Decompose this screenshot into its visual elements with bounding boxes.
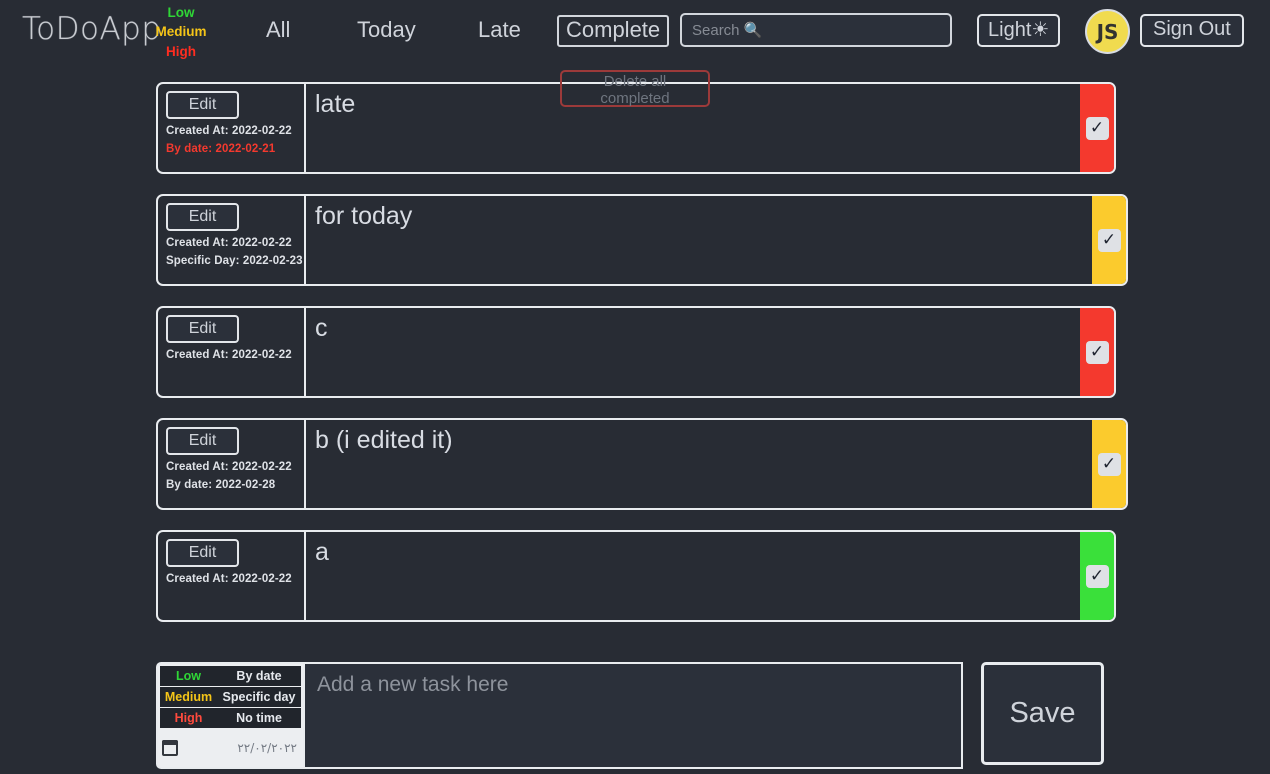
new-task-input[interactable] [305, 662, 963, 769]
todo-text: c [315, 314, 328, 342]
priority-strip: ✓ [1080, 84, 1114, 172]
complete-checkbox[interactable]: ✓ [1085, 564, 1109, 588]
todo-meta: Edit Created At: 2022-02-22 [158, 308, 306, 396]
todo-meta: Edit Created At: 2022-02-22 By date: 2022-… [158, 84, 306, 172]
edit-button[interactable]: Edit [166, 91, 239, 119]
due-date-label: By date: 2022-02-21 [166, 143, 276, 155]
due-date-label: Specific Day: 2022-02-23 [166, 255, 303, 267]
complete-checkbox[interactable]: ✓ [1097, 228, 1121, 252]
priority-strip: ✓ [1092, 196, 1126, 284]
todo-meta: Edit Created At: 2022-02-22 [158, 532, 306, 620]
legend-item-medium: Medium [155, 24, 207, 40]
time-option-specific-day[interactable]: Specific day [217, 687, 301, 707]
edit-button[interactable]: Edit [166, 539, 239, 567]
priority-strip: ✓ [1092, 420, 1126, 508]
todo-list: Edit Created At: 2022-02-22 By date: 2022-… [0, 82, 1270, 642]
todo-meta: Edit Created At: 2022-02-22 Specific Day: … [158, 196, 306, 284]
priority-option-low[interactable]: Low [160, 666, 217, 686]
todo-item: Edit Created At: 2022-02-22 c ✓ [156, 306, 1116, 398]
complete-checkbox[interactable]: ✓ [1085, 116, 1109, 140]
created-at-label: Created At: 2022-02-22 [166, 349, 292, 361]
complete-checkbox[interactable]: ✓ [1085, 340, 1109, 364]
todo-item: Edit Created At: 2022-02-22 By date: 2022-… [156, 418, 1128, 510]
search-input[interactable] [680, 13, 952, 47]
time-option-by-date[interactable]: By date [217, 666, 301, 686]
sign-out-button[interactable]: Sign Out [1140, 14, 1244, 47]
task-option-selectors: Low By date Medium Specific day High No … [156, 662, 305, 769]
todo-text: for today [315, 202, 413, 230]
edit-button[interactable]: Edit [166, 315, 239, 343]
todo-text: a [315, 538, 329, 566]
priority-option-high[interactable]: High [160, 708, 217, 728]
delete-all-completed-button[interactable]: Delete all completed [560, 70, 710, 107]
priority-strip: ✓ [1080, 308, 1114, 396]
nav-link-late[interactable]: Late [478, 17, 521, 43]
priority-option-medium[interactable]: Medium [160, 687, 217, 707]
time-option-no-time[interactable]: No time [217, 708, 301, 728]
complete-checkbox[interactable]: ✓ [1097, 452, 1121, 476]
todo-text: b (i edited it) [315, 426, 453, 454]
date-value[interactable]: ٢٢/٠٢/٢٠٢٢ [178, 741, 297, 755]
todo-meta: Edit Created At: 2022-02-22 By date: 2022-… [158, 420, 306, 508]
created-at-label: Created At: 2022-02-22 [166, 461, 292, 473]
created-at-label: Created At: 2022-02-22 [166, 573, 292, 585]
legend-item-low: Low [167, 5, 195, 20]
add-task-form: Low By date Medium Specific day High No … [156, 662, 1104, 769]
nav-link-all[interactable]: All [266, 17, 290, 43]
priority-legend: Low Medium High [150, 3, 212, 61]
option-row-3: High No time [160, 708, 301, 728]
edit-button[interactable]: Edit [166, 427, 239, 455]
nav-link-today[interactable]: Today [357, 17, 416, 43]
priority-strip: ✓ [1080, 532, 1114, 620]
due-date-label: By date: 2022-02-28 [166, 479, 276, 491]
app-header: ToDoApp Low Medium High All Today Late C… [0, 0, 1270, 62]
todo-item: Edit Created At: 2022-02-22 a ✓ [156, 530, 1116, 622]
created-at-label: Created At: 2022-02-22 [166, 125, 292, 137]
theme-toggle-button[interactable]: Light☀ [977, 14, 1061, 47]
edit-button[interactable]: Edit [166, 203, 239, 231]
app-brand: ToDoApp [22, 11, 162, 47]
option-row-1: Low By date [160, 666, 301, 686]
nav-link-complete[interactable]: Complete [557, 15, 670, 47]
legend-item-high: High [166, 43, 196, 59]
date-picker[interactable]: ٢٢/٠٢/٢٠٢٢ [160, 728, 301, 768]
user-avatar[interactable]: JS [1085, 9, 1130, 54]
todo-item: Edit Created At: 2022-02-22 Specific Day: … [156, 194, 1128, 286]
save-button[interactable]: Save [981, 662, 1104, 765]
created-at-label: Created At: 2022-02-22 [166, 237, 292, 249]
option-row-2: Medium Specific day [160, 687, 301, 707]
calendar-icon[interactable] [162, 740, 178, 756]
